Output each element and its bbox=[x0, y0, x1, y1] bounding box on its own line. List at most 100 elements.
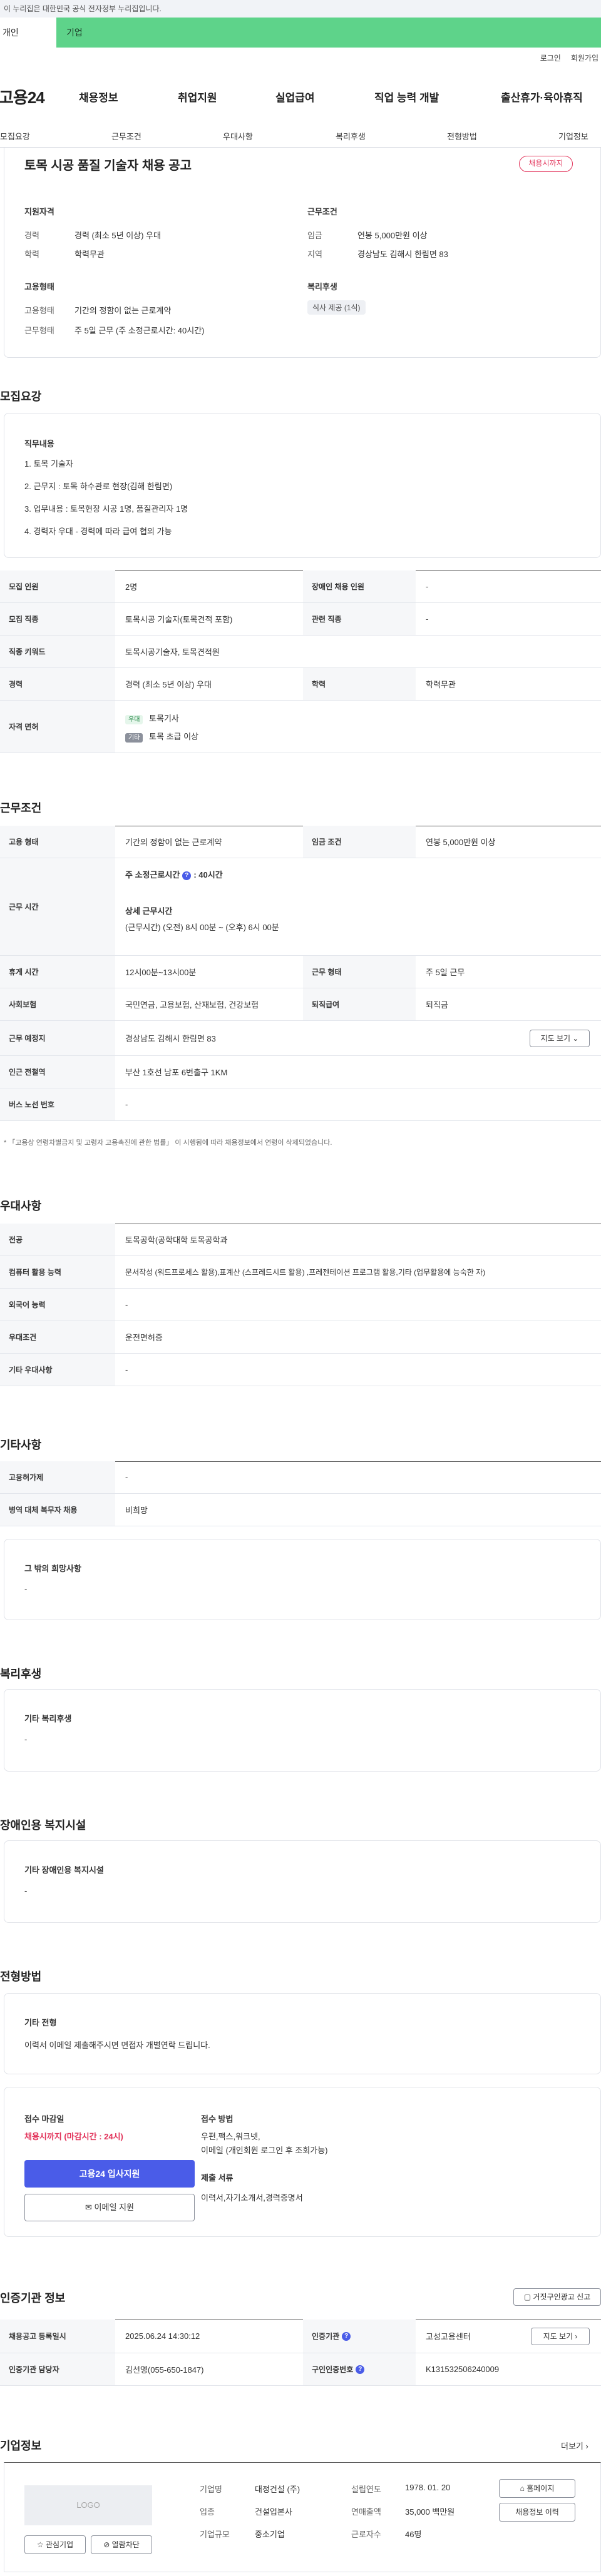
work-form-key: 근무형태 bbox=[24, 326, 54, 335]
table-row: 인근 전철역 부산 1호선 남포 6번출구 1KM bbox=[0, 1056, 601, 1088]
cert-map-button[interactable]: 지도 보기 › bbox=[531, 2328, 590, 2345]
conditions-heading: 근무조건 bbox=[0, 802, 42, 814]
utility-links: 로그인 회원가입 bbox=[540, 53, 598, 63]
deadline-value: 채용시까지 (마감시간 : 24시) bbox=[24, 2132, 123, 2141]
table-header: 근무 시간 bbox=[0, 858, 115, 955]
interest-company-button[interactable]: ☆ 관심기업 bbox=[24, 2535, 86, 2554]
info-icon[interactable]: ? bbox=[356, 2365, 365, 2374]
table-header: 퇴직급여 bbox=[303, 988, 416, 1020]
block-company-button[interactable]: ⊘ 열람차단 bbox=[91, 2535, 152, 2554]
docs-title: 제출 서류 bbox=[201, 2173, 234, 2183]
email-apply-label: 이메일 지원 bbox=[94, 2203, 134, 2212]
table-cell: 경상남도 김해시 한림면 83 bbox=[125, 1034, 216, 1043]
etc-heading: 기타사항 bbox=[0, 1439, 42, 1451]
benefits-card: 기타 복리후생 - bbox=[4, 1689, 601, 1772]
subnav-company[interactable]: 기업정보 bbox=[558, 130, 588, 142]
table-row: 병역 대체 복무자 채용 비희망 bbox=[0, 1494, 601, 1526]
weekly-hours-label: 주 소정근로시간 bbox=[125, 870, 180, 880]
gnb-item-jobs[interactable]: 채용정보 bbox=[79, 89, 118, 104]
report-icon: ▢ bbox=[523, 2293, 532, 2301]
conditions-heading: 근무조건 bbox=[307, 207, 337, 216]
benefits-value: - bbox=[24, 1735, 28, 1744]
gnb-item-parental-leave[interactable]: 출산휴가·육아휴직 bbox=[501, 89, 583, 104]
table-header: 구인인증번호? bbox=[303, 2353, 416, 2385]
table-cell: 김선영(055-650-1847) bbox=[125, 2365, 204, 2375]
subnav-conditions[interactable]: 근무조건 bbox=[111, 130, 141, 142]
employment-type-key: 고용형태 bbox=[24, 306, 54, 315]
employment-type-value: 기간의 정함이 없는 근로계약 bbox=[74, 306, 172, 315]
cert-map-label: 지도 보기 bbox=[543, 2332, 573, 2341]
table-row: 고용허가제 - bbox=[0, 1461, 601, 1494]
company-more-link[interactable]: 더보기 › bbox=[561, 2440, 588, 2452]
company-more-label: 더보기 bbox=[561, 2442, 583, 2451]
false-ad-report-label: 거짓구인광고 신고 bbox=[533, 2293, 591, 2301]
table-header: 인증기관? bbox=[303, 2320, 416, 2353]
table-cell: - bbox=[125, 1365, 128, 1374]
table-row: 외국어 능력 - bbox=[0, 1289, 601, 1321]
table-header: 모집 직종 bbox=[0, 603, 115, 635]
table-row: 우대조건 운전면허증 bbox=[0, 1321, 601, 1354]
table-cell: 학력무관 bbox=[426, 680, 456, 689]
disability-card: 기타 장애인용 복지시설 - bbox=[4, 1840, 601, 1923]
cert-heading: 인증기관 정보 bbox=[0, 2292, 66, 2305]
apply-button[interactable]: 고용24 입사지원 bbox=[24, 2160, 195, 2188]
table-row: 근무 예정지 경상남도 김해시 한림면 83 지도 보기 ⌄ bbox=[0, 1021, 601, 1056]
table-row: 모집 직종 토목시공 기술자(토목견적 포함) 관련 직종 - bbox=[0, 603, 601, 636]
table-row: 경력 경력 (최소 5년 이상) 우대 학력 학력무관 bbox=[0, 668, 601, 701]
disability-heading: 장애인용 복지시설 bbox=[0, 1819, 86, 1832]
duty-line-2: 2. 근무지 : 토목 하수관로 현장(김해 한림면) bbox=[24, 482, 173, 491]
home-icon: ⌂ bbox=[520, 2484, 525, 2493]
table-row: 근무 시간 주 소정근로시간?: 40시간 상세 근무시간 (근무시간) (오전… bbox=[0, 858, 601, 956]
gnb-item-training[interactable]: 직업 능력 개발 bbox=[374, 89, 439, 104]
section-subnav: 모집요강 근무조건 우대사항 복리후생 전형방법 기업정보 bbox=[0, 124, 601, 148]
map-view-label: 지도 보기 bbox=[540, 1034, 571, 1043]
table-cell: 운전면허증 bbox=[125, 1333, 163, 1342]
table-header: 경력 bbox=[0, 668, 115, 700]
table-row: 직종 키워드 토목시공기술자, 토목견적원 bbox=[0, 636, 601, 668]
founded-value: 1978. 01. 20 bbox=[405, 2483, 451, 2492]
license-item: 기타 토목 초급 이상 bbox=[125, 730, 199, 743]
table-header: 근무 형태 bbox=[303, 956, 416, 988]
company-logo: LOGO bbox=[24, 2485, 152, 2525]
table-header: 모집 인원 bbox=[0, 570, 115, 602]
tab-company[interactable]: 기업 bbox=[56, 18, 601, 48]
table-header: 병역 대체 복무자 채용 bbox=[0, 1494, 115, 1526]
chevron-down-icon: ⌄ bbox=[572, 1034, 579, 1043]
founded-key: 설립연도 bbox=[351, 2485, 381, 2494]
site-logo[interactable]: 고용24 bbox=[0, 85, 45, 108]
license-item: 우대 토목기사 bbox=[125, 712, 179, 724]
sales-key: 연매출액 bbox=[351, 2507, 381, 2517]
license-name: 토목 초급 이상 bbox=[149, 731, 199, 741]
subnav-recruit[interactable]: 모집요강 bbox=[0, 130, 30, 142]
gnb-item-unemployment-benefit[interactable]: 실업급여 bbox=[275, 89, 315, 104]
table-cell: 주 5일 근무 bbox=[426, 968, 465, 977]
subnav-benefits[interactable]: 복리후생 bbox=[336, 130, 366, 142]
career-value: 경력 (최소 5년 이상) 우대 bbox=[74, 231, 161, 240]
gnb-item-employment-support[interactable]: 취업지원 bbox=[178, 89, 217, 104]
table-header: 채용공고 등록일시 bbox=[0, 2320, 115, 2353]
table-header: 외국어 능력 bbox=[0, 1289, 115, 1321]
map-view-button[interactable]: 지도 보기 ⌄ bbox=[530, 1030, 590, 1047]
info-icon[interactable]: ? bbox=[182, 871, 192, 880]
tab-personal[interactable]: 개인 bbox=[0, 18, 56, 48]
table-row: 사회보험 국민연금, 고용보험, 산재보험, 건강보험 퇴직급여 퇴직금 bbox=[0, 988, 601, 1021]
job-history-button[interactable]: 채용정보 이력 bbox=[499, 2503, 575, 2522]
welfare-heading: 복리후생 bbox=[307, 282, 337, 292]
table-cell: - bbox=[125, 1300, 128, 1309]
subnav-process[interactable]: 전형방법 bbox=[447, 130, 477, 142]
signup-link[interactable]: 회원가입 bbox=[571, 53, 598, 63]
process-title: 기타 전형 bbox=[24, 2018, 57, 2027]
table-cell: 토목시공 기술자(토목견적 포함) bbox=[125, 615, 233, 624]
cert-agency-key: 인증기관 bbox=[312, 2332, 340, 2341]
email-apply-button[interactable]: ✉ 이메일 지원 bbox=[24, 2194, 195, 2221]
info-icon[interactable]: ? bbox=[342, 2331, 351, 2341]
homepage-button[interactable]: ⌂ 홈페이지 bbox=[499, 2479, 575, 2498]
subnav-preference[interactable]: 우대사항 bbox=[223, 130, 253, 142]
false-ad-report-button[interactable]: ▢ 거짓구인광고 신고 bbox=[513, 2288, 601, 2306]
login-link[interactable]: 로그인 bbox=[540, 53, 561, 63]
career-key: 경력 bbox=[24, 231, 39, 240]
company-size-key: 기업규모 bbox=[200, 2530, 230, 2539]
company-heading: 기업정보 bbox=[0, 2440, 42, 2452]
table-row: 버스 노선 번호 - bbox=[0, 1088, 601, 1121]
table-header: 고용 형태 bbox=[0, 826, 115, 858]
